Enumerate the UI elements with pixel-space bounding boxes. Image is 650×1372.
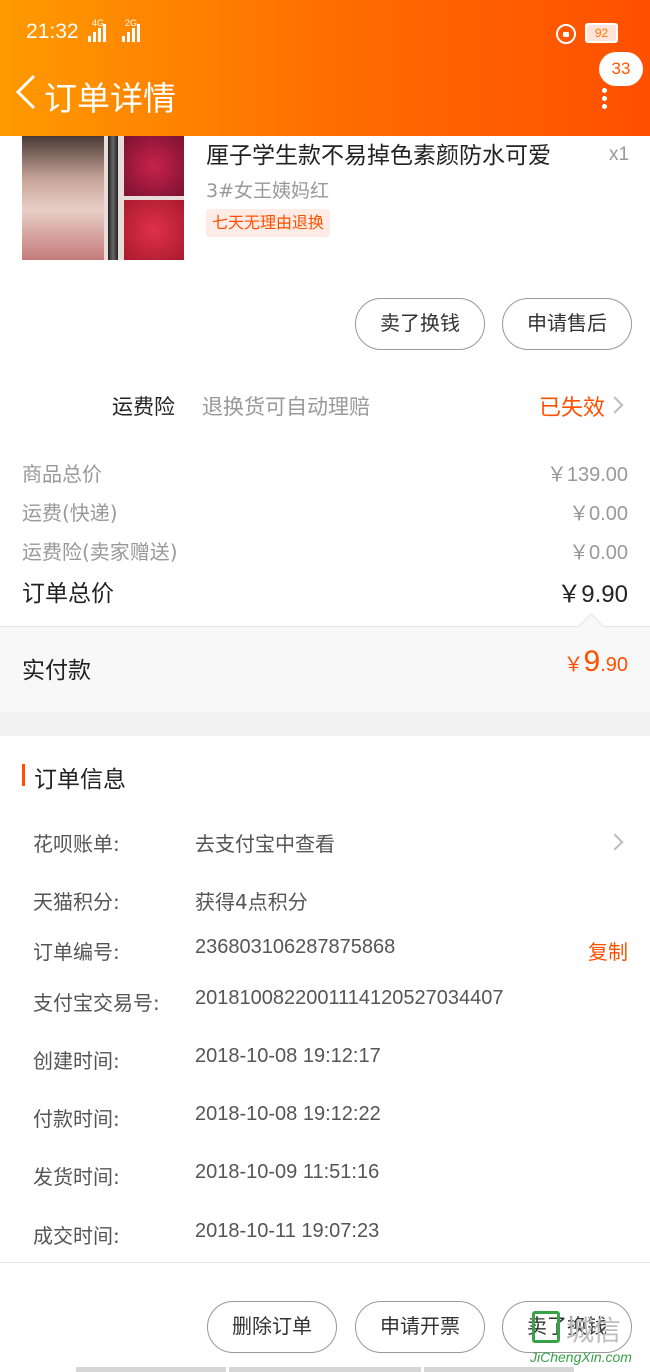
battery-indicator: 92 xyxy=(585,23,618,43)
order-total-row: 订单总价 ￥9.90 xyxy=(22,574,628,608)
shipping-insurance-status[interactable]: 已失效 xyxy=(539,390,605,422)
copy-button[interactable]: 复制 xyxy=(588,936,628,965)
goods-total-label: 商品总价 xyxy=(22,462,102,486)
shipping-insurance-fee-label: 运费险(卖家赠送) xyxy=(22,540,178,564)
watermark-en: JiChengXin.com xyxy=(530,1349,632,1365)
order-card: 厘子学生款不易掉色素颜防水可爱 x1 3#女王姨妈红 七天无理由退换 卖了换钱 … xyxy=(0,136,650,712)
nav-indicator xyxy=(229,1367,421,1372)
closed-time-value: 2018-10-11 19:07:23 xyxy=(195,1220,380,1242)
chevron-right-icon[interactable] xyxy=(606,396,624,414)
actual-payment-value: ￥9.90 xyxy=(564,645,629,679)
nav-indicator xyxy=(424,1367,574,1372)
shipped-time-label: 发货时间: xyxy=(33,1165,120,1189)
shipping-fee-row: 运费(快递) ￥0.00 xyxy=(22,497,628,526)
lock-icon xyxy=(556,24,576,44)
chevron-right-icon[interactable] xyxy=(606,833,624,851)
created-time-label: 创建时间: xyxy=(33,1049,120,1073)
watermark-cn: 城信 xyxy=(566,1314,621,1347)
order-info-section: 订单信息 花呗账单: 去支付宝中查看 天猫积分: 获得4点积分 订单编号: 23… xyxy=(0,736,650,1262)
order-number-label: 订单编号: xyxy=(33,940,120,964)
huabei-label: 花呗账单: xyxy=(33,832,120,856)
payment-decimal: .90 xyxy=(600,654,628,676)
product-image[interactable] xyxy=(22,136,184,260)
shipping-fee-value: ￥0.00 xyxy=(569,503,628,525)
points-label: 天猫积分: xyxy=(33,890,120,914)
signal-2g-label: 2G xyxy=(125,18,138,28)
request-invoice-button[interactable]: 申请开票 xyxy=(355,1301,485,1353)
app-header: 21:32 4G 2G 92 订单详情 33 xyxy=(0,0,650,136)
goods-total-row: 商品总价 ￥139.00 xyxy=(22,458,628,487)
section-accent-bar xyxy=(22,764,25,786)
order-total-value: ￥9.90 xyxy=(557,581,628,608)
product-title[interactable]: 厘子学生款不易掉色素颜防水可爱 xyxy=(206,136,551,170)
alipay-trade-label: 支付宝交易号: xyxy=(33,991,160,1015)
paid-time-label: 付款时间: xyxy=(33,1107,120,1131)
actual-payment-label: 实付款 xyxy=(22,658,91,684)
alipay-trade-value: 2018100822001114120527034407 xyxy=(195,987,504,1009)
after-sale-button[interactable]: 申请售后 xyxy=(502,298,632,350)
shipping-insurance-fee-row: 运费险(卖家赠送) ￥0.00 xyxy=(22,536,628,565)
closed-time-label: 成交时间: xyxy=(33,1224,120,1248)
huabei-value: 去支付宝中查看 xyxy=(195,832,335,856)
signal-4g-label: 4G xyxy=(92,18,105,28)
currency-symbol: ￥ xyxy=(563,654,584,676)
order-info-title: 订单信息 xyxy=(34,767,126,793)
product-sku: 3#女王姨妈红 xyxy=(206,180,330,202)
shipped-time-value: 2018-10-09 11:51:16 xyxy=(195,1161,380,1183)
order-number-value: 236803106287875868 xyxy=(195,936,396,958)
site-watermark: 城信 JiChengXin.com xyxy=(530,1309,642,1371)
return-policy-tag: 七天无理由退换 xyxy=(206,209,331,237)
shipping-insurance-fee-value: ￥0.00 xyxy=(569,542,628,564)
message-count-badge[interactable]: 33 xyxy=(599,52,643,86)
shipping-insurance-label: 运费险 xyxy=(112,395,175,419)
product-quantity: x1 xyxy=(609,144,630,165)
goods-total-value: ￥139.00 xyxy=(546,464,628,486)
watermark-logo-icon xyxy=(532,1311,560,1343)
shipping-fee-label: 运费(快递) xyxy=(22,501,118,525)
page-title: 订单详情 xyxy=(44,79,176,118)
payment-integer: 9 xyxy=(583,645,601,678)
created-time-value: 2018-10-08 19:12:17 xyxy=(195,1045,381,1067)
sell-for-cash-button[interactable]: 卖了换钱 xyxy=(355,298,485,350)
delete-order-button[interactable]: 删除订单 xyxy=(207,1301,337,1353)
more-icon[interactable] xyxy=(602,88,610,109)
shipping-insurance-desc: 退换货可自动理赔 xyxy=(202,395,370,419)
back-icon[interactable] xyxy=(12,74,40,110)
points-value: 获得4点积分 xyxy=(195,890,308,914)
status-time: 21:32 xyxy=(26,20,79,43)
actual-payment-row: 实付款 ￥9.90 xyxy=(0,626,650,712)
bottom-action-bar: 删除订单 申请开票 卖了换钱 城信 JiChengXin.com xyxy=(0,1262,650,1372)
order-total-label: 订单总价 xyxy=(22,581,114,607)
nav-indicator xyxy=(76,1367,226,1372)
paid-time-value: 2018-10-08 19:12:22 xyxy=(195,1103,381,1125)
